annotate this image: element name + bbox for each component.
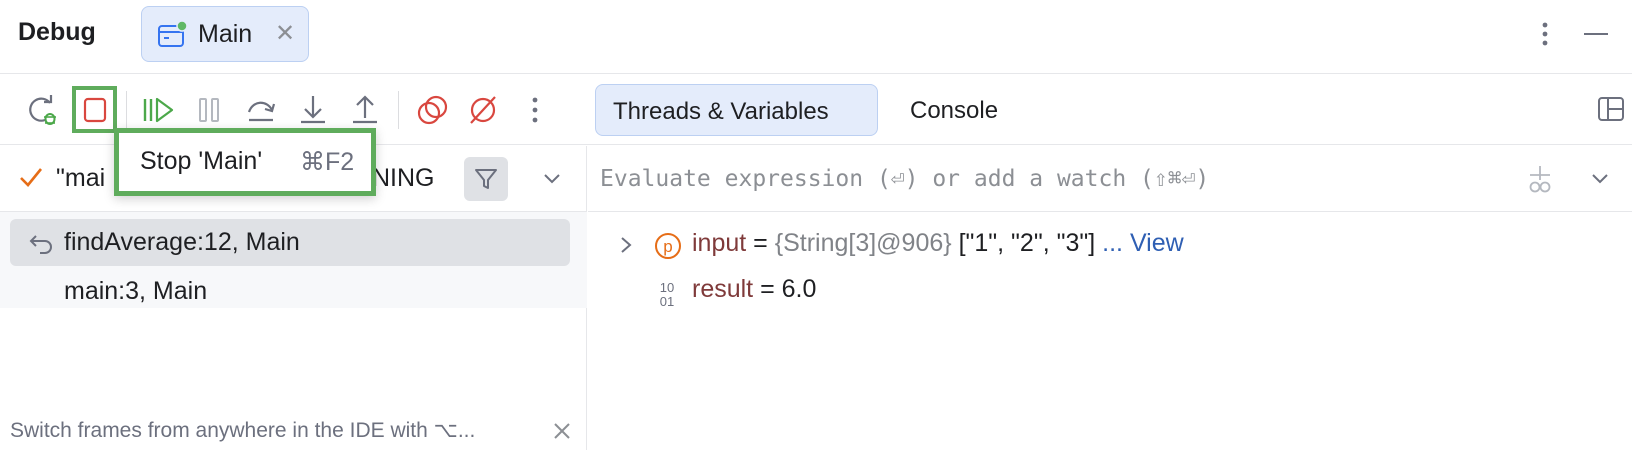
debug-session-tab-label: Main bbox=[198, 20, 253, 48]
thread-name: "mai bbox=[56, 164, 106, 192]
minimize-icon[interactable] bbox=[1582, 22, 1610, 46]
chevron-right-icon[interactable] bbox=[616, 234, 636, 256]
layout-settings-icon[interactable] bbox=[1597, 95, 1625, 123]
tab-console[interactable]: Console bbox=[910, 97, 998, 125]
step-into-button[interactable] bbox=[295, 90, 331, 130]
frame-item-label[interactable]: main:3, Main bbox=[64, 277, 207, 306]
step-out-icon bbox=[353, 95, 377, 124]
tab-threads-variables-label: Threads & Variables bbox=[613, 98, 829, 125]
variable-row[interactable]: p input = {String[3]@906} ["1", "2", "3"… bbox=[588, 222, 1632, 268]
close-icon[interactable]: ✕ bbox=[274, 21, 296, 47]
toolbar-separator bbox=[398, 91, 399, 129]
step-over-button[interactable] bbox=[243, 90, 279, 130]
more-options-icon[interactable] bbox=[1533, 18, 1557, 50]
variable-text: input = {String[3]@906} ["1", "2", "3"] … bbox=[692, 229, 1184, 258]
view-breakpoints-button[interactable] bbox=[414, 90, 450, 130]
pause-button[interactable] bbox=[191, 90, 227, 130]
variable-type: {String[3]@906} bbox=[774, 229, 952, 257]
step-into-icon bbox=[301, 96, 325, 124]
chevron-down-icon[interactable] bbox=[1588, 168, 1612, 190]
checkmark-icon bbox=[20, 168, 43, 187]
svg-text:p: p bbox=[663, 237, 672, 256]
stop-tooltip: Stop 'Main' ⌘F2 bbox=[114, 128, 376, 196]
frame-item-label[interactable]: findAverage:12, Main bbox=[64, 228, 300, 257]
tab-threads-variables[interactable]: Threads & Variables bbox=[595, 84, 878, 136]
primitive-icon: 10 01 bbox=[660, 280, 674, 309]
tool-window-header: Debug Main ✕ bbox=[0, 0, 1632, 74]
parameter-icon: p bbox=[655, 233, 681, 259]
variable-value: ["1", "2", "3"] bbox=[951, 229, 1103, 257]
variable-name: result bbox=[692, 275, 754, 303]
view-link[interactable]: ... View bbox=[1102, 229, 1184, 257]
filter-button[interactable] bbox=[464, 157, 508, 201]
svg-text:01: 01 bbox=[660, 294, 674, 309]
tooltip-label: Stop 'Main' bbox=[140, 147, 263, 175]
thread-status: NING bbox=[372, 164, 435, 192]
tooltip-shortcut: ⌘F2 bbox=[300, 148, 355, 176]
evaluate-expression-input[interactable] bbox=[600, 160, 1460, 198]
mute-breakpoints-button[interactable] bbox=[465, 90, 501, 130]
toolbar-separator bbox=[126, 91, 127, 129]
add-watch-icon[interactable] bbox=[1523, 163, 1557, 195]
toolbar-more-button[interactable] bbox=[517, 90, 553, 130]
debug-session-tab-main[interactable]: Main ✕ bbox=[141, 6, 309, 62]
rerun-debug-icon bbox=[29, 95, 56, 125]
stop-icon bbox=[83, 97, 107, 123]
view-breakpoints-icon bbox=[417, 95, 448, 125]
frames-hint: Switch frames from anywhere in the IDE w… bbox=[10, 419, 476, 442]
stop-button[interactable] bbox=[77, 90, 113, 130]
variable-text: result = 6.0 bbox=[692, 275, 816, 304]
variable-equals: = bbox=[753, 275, 782, 303]
application-run-config-icon bbox=[158, 21, 187, 47]
resume-button[interactable] bbox=[140, 90, 176, 130]
close-icon[interactable] bbox=[550, 419, 574, 443]
variable-value: 6.0 bbox=[781, 275, 817, 303]
rerun-debug-button[interactable] bbox=[24, 90, 60, 130]
step-over-icon bbox=[247, 101, 276, 122]
variable-equals: = bbox=[746, 229, 775, 257]
filter-icon bbox=[475, 169, 497, 189]
svg-text:10: 10 bbox=[660, 280, 674, 295]
chevron-down-icon[interactable] bbox=[540, 168, 564, 190]
step-out-button[interactable] bbox=[347, 90, 383, 130]
frame-return-icon bbox=[29, 235, 52, 254]
variable-row[interactable]: 10 01 result = 6.0 bbox=[588, 268, 1632, 314]
mute-breakpoints-icon bbox=[470, 96, 496, 124]
more-options-icon bbox=[532, 97, 538, 123]
tool-window-title: Debug bbox=[18, 18, 96, 46]
variable-name: input bbox=[692, 229, 747, 257]
variables-panel: p input = {String[3]@906} ["1", "2", "3"… bbox=[588, 146, 1632, 450]
resume-program-icon bbox=[143, 97, 174, 123]
pause-icon bbox=[199, 98, 219, 122]
evaluate-row bbox=[588, 146, 1632, 212]
